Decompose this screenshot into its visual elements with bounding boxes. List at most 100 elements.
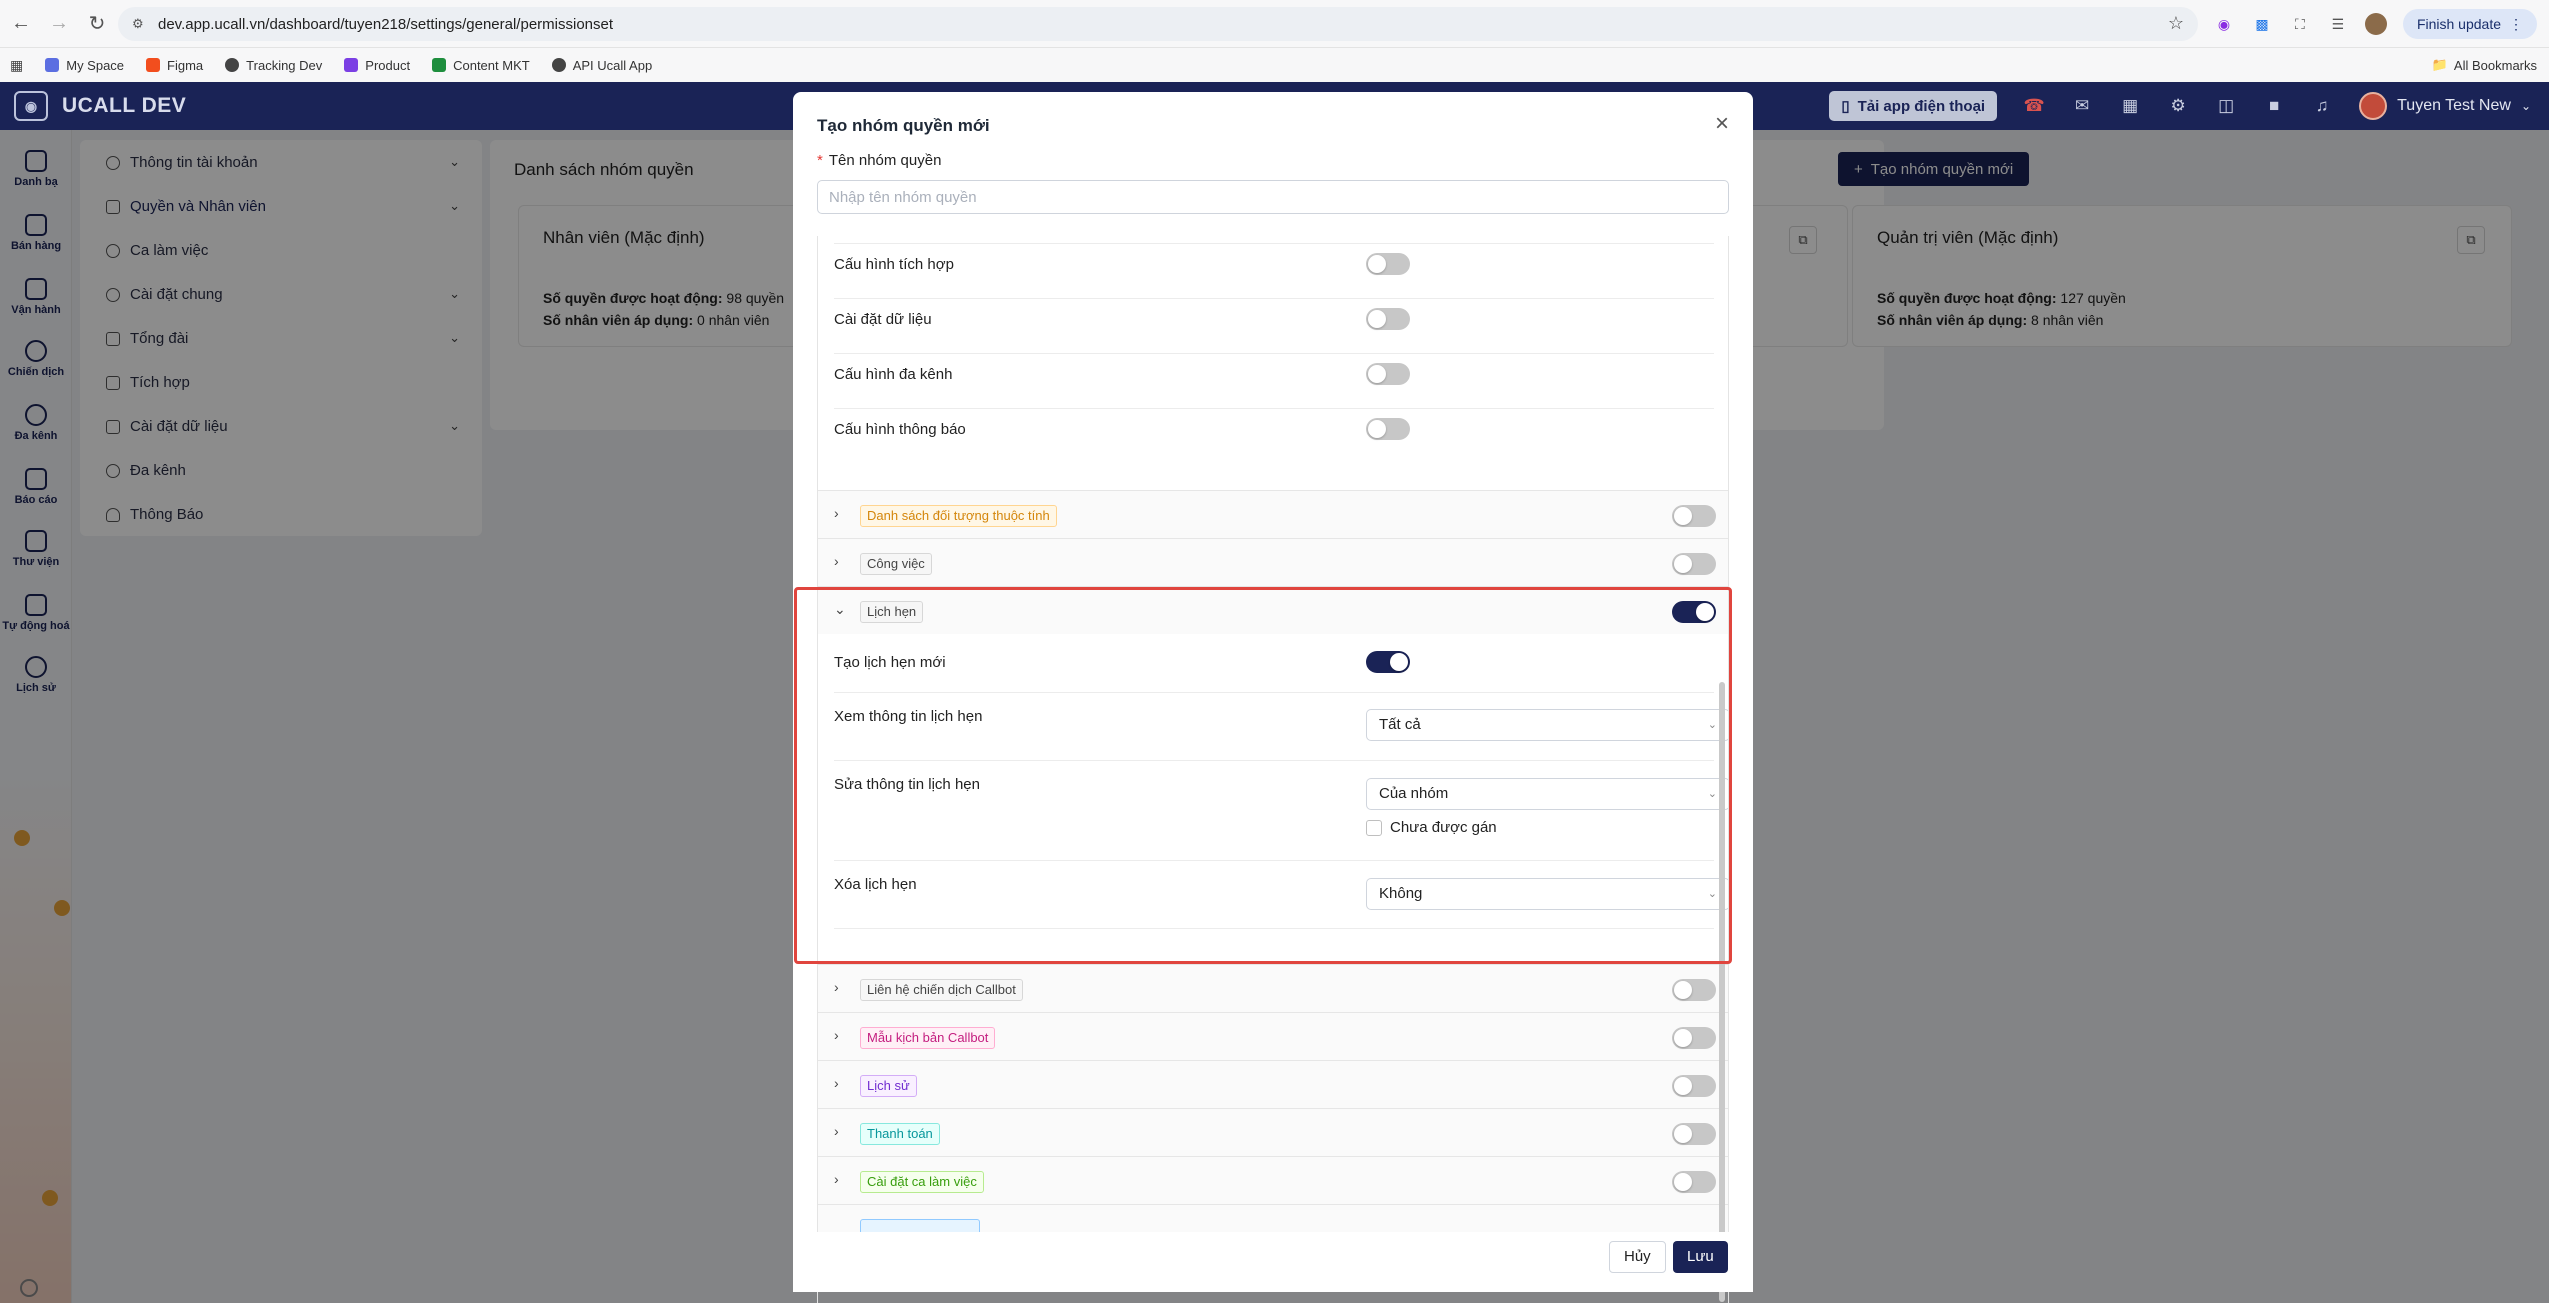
- download-app-label: Tải app điện thoại: [1857, 97, 1986, 115]
- permission-label: Cấu hình đa kênh: [834, 366, 953, 383]
- chevron-right-icon[interactable]: ›: [834, 979, 839, 995]
- group-toggle[interactable]: [1672, 1123, 1716, 1145]
- modal-title: Tạo nhóm quyền mới: [817, 116, 990, 135]
- group-tag: Liên hệ chiến dịch Callbot: [860, 979, 1023, 1001]
- address-bar[interactable]: ⚙ dev.app.ucall.vn/dashboard/tuyen218/se…: [118, 7, 2198, 41]
- all-bookmarks[interactable]: 📁 All Bookmarks: [2432, 57, 2537, 73]
- permission-name-input[interactable]: [817, 180, 1729, 214]
- url-text: dev.app.ucall.vn/dashboard/tuyen218/sett…: [158, 15, 614, 33]
- group-toggle[interactable]: [1672, 979, 1716, 1001]
- permission-toggle[interactable]: [1366, 308, 1410, 330]
- group-toggle[interactable]: [1672, 553, 1716, 575]
- apps-grid-icon[interactable]: ▦: [10, 57, 23, 74]
- finish-update-label: Finish update: [2416, 16, 2501, 32]
- save-button[interactable]: Lưu: [1673, 1241, 1728, 1273]
- permission-toggle[interactable]: [1366, 253, 1410, 275]
- permission-toggle[interactable]: [1366, 418, 1410, 440]
- product-icon: [344, 58, 359, 72]
- permission-group[interactable]: › Danh sách đối tượng thuộc tính: [818, 490, 1728, 538]
- bookmark-label: My Space: [66, 57, 125, 73]
- bell-icon[interactable]: ♫: [2311, 95, 2333, 117]
- permission-label: Cấu hình tích hợp: [834, 256, 954, 273]
- chevron-right-icon[interactable]: ›: [834, 1123, 839, 1139]
- chevron-right-icon[interactable]: ›: [834, 1027, 839, 1043]
- folder-icon: 📁: [2431, 57, 2448, 72]
- cancel-button[interactable]: Hủy: [1609, 1241, 1666, 1273]
- modal-footer: Hủy Lưu: [793, 1232, 1753, 1292]
- bookmark-star-icon[interactable]: ☆: [2168, 13, 2184, 34]
- group-tag: Lịch sử: [860, 1075, 917, 1097]
- logo-icon: ◉: [14, 91, 48, 121]
- permission-group[interactable]: › Liên hệ chiến dịch Callbot: [818, 964, 1728, 1012]
- permission-row: Cài đặt dữ liệu: [818, 308, 1728, 345]
- download-app-button[interactable]: ▯ Tải app điện thoại: [1829, 91, 1998, 121]
- finish-update-button[interactable]: Finish update ⋮: [2402, 9, 2537, 39]
- reload-icon[interactable]: ↻: [80, 7, 114, 41]
- permission-group[interactable]: › Cài đặt ca làm việc: [818, 1156, 1728, 1204]
- permission-group[interactable]: › Lịch sử: [818, 1060, 1728, 1108]
- bookmark-item[interactable]: My Space: [45, 58, 124, 73]
- bookmark-item[interactable]: Figma: [146, 58, 203, 73]
- permission-group[interactable]: › Công việc: [818, 538, 1728, 586]
- bookmark-item[interactable]: API Ucall App: [551, 57, 653, 73]
- group-toggle[interactable]: [1672, 1075, 1716, 1097]
- divider: [834, 353, 1714, 354]
- user-menu[interactable]: Tuyen Test New ⌄: [2359, 92, 2531, 120]
- permission-label: Cài đặt dữ liệu: [834, 311, 932, 328]
- close-icon[interactable]: ×: [1715, 110, 1729, 138]
- robot-icon[interactable]: ■: [2263, 95, 2285, 117]
- permission-group[interactable]: › Thanh toán: [818, 1108, 1728, 1156]
- group-tag: Thanh toán: [860, 1123, 940, 1145]
- bookmark-item[interactable]: Tracking Dev: [225, 58, 322, 73]
- bookmark-label: Content MKT: [453, 57, 530, 73]
- group-toggle[interactable]: [1672, 505, 1716, 527]
- translate-icon[interactable]: ▩: [2251, 13, 2273, 35]
- back-icon[interactable]: ←: [4, 7, 38, 41]
- figma-icon: [146, 58, 161, 72]
- name-label-text: Tên nhóm quyền: [828, 152, 942, 169]
- highlight-box: [794, 587, 1732, 964]
- call-icon[interactable]: ☎: [2023, 95, 2045, 117]
- kebab-icon: ⋮: [2509, 15, 2523, 32]
- permission-label: Cấu hình thông báo: [834, 421, 966, 438]
- bookmark-item[interactable]: Content MKT: [432, 58, 530, 73]
- bookmarks-bar: ▦ My Space Figma Tracking Dev Product Co…: [0, 48, 2549, 82]
- group-toggle[interactable]: [1672, 1171, 1716, 1193]
- bookmark-item[interactable]: Product: [344, 58, 410, 73]
- globe-icon: [225, 58, 240, 72]
- chevron-right-icon[interactable]: ›: [834, 553, 839, 569]
- permission-row: Cấu hình tích hợp: [818, 253, 1728, 290]
- extension-icon[interactable]: ◉: [2213, 13, 2235, 35]
- bookmark-label: Tracking Dev: [246, 57, 323, 73]
- chat-icon[interactable]: ✉: [2071, 95, 2093, 117]
- browser-toolbar: ← → ↻ ⚙ dev.app.ucall.vn/dashboard/tuyen…: [0, 0, 2549, 48]
- puzzle-icon[interactable]: ⛶: [2289, 13, 2311, 35]
- chevron-down-icon: ⌄: [2520, 99, 2531, 113]
- group-toggle[interactable]: [1672, 1027, 1716, 1049]
- divider: [834, 243, 1714, 244]
- forward-icon[interactable]: →: [42, 7, 76, 41]
- divider: [834, 298, 1714, 299]
- site-info-icon[interactable]: ⚙: [132, 16, 148, 32]
- name-field-label: * Tên nhóm quyền: [817, 152, 941, 169]
- chevron-right-icon[interactable]: ›: [834, 1075, 839, 1091]
- bookmark-label: Product: [365, 57, 411, 73]
- brand-name: UCALL DEV: [62, 94, 187, 117]
- chevron-right-icon[interactable]: ›: [834, 505, 839, 521]
- permission-toggle[interactable]: [1366, 363, 1410, 385]
- gear-icon[interactable]: ⚙: [2167, 95, 2189, 117]
- permission-row: Cấu hình thông báo: [818, 418, 1728, 455]
- bookmark-label: API Ucall App: [572, 57, 653, 73]
- book-icon[interactable]: ◫: [2215, 95, 2237, 117]
- all-bookmarks-label: All Bookmarks: [2453, 57, 2537, 73]
- group-tag: Công việc: [860, 553, 932, 575]
- profile-icon[interactable]: [2364, 13, 2387, 35]
- avatar: [2359, 92, 2388, 120]
- space-icon: [45, 58, 60, 72]
- group-tag: Mẫu kịch bản Callbot: [860, 1027, 996, 1049]
- sheets-icon: [432, 58, 447, 72]
- reading-list-icon[interactable]: ☰: [2327, 13, 2349, 35]
- permission-group[interactable]: › Mẫu kịch bản Callbot: [818, 1012, 1728, 1060]
- grid-icon[interactable]: ▦: [2119, 95, 2141, 117]
- chevron-right-icon[interactable]: ›: [834, 1171, 839, 1187]
